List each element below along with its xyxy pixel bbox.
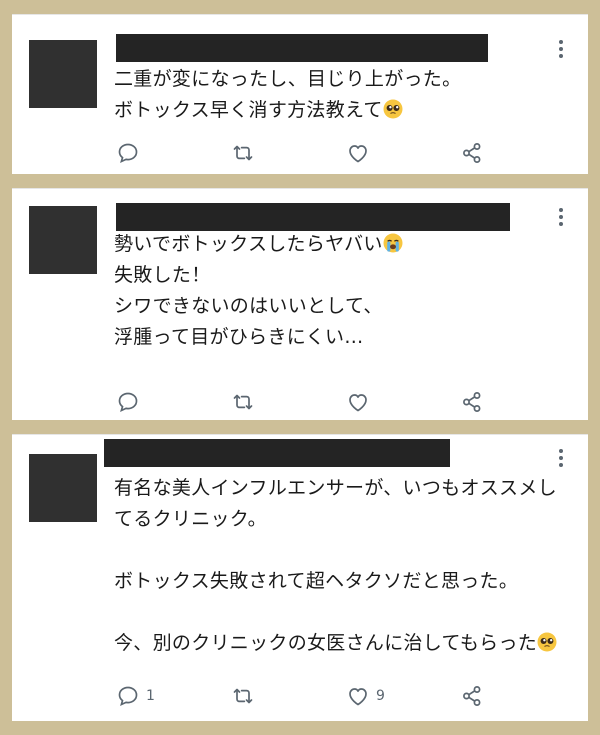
heart-icon [349,688,367,706]
like-count: 9 [376,688,385,704]
retweet-icon [233,688,253,704]
action-bar [12,390,588,414]
post-text-line: 有名な美人インフルエンサーが、いつもオススメしてるクリニック。 [114,477,557,530]
more-options-icon[interactable] [558,208,564,226]
share-icon [463,392,481,412]
avatar[interactable] [29,206,97,274]
retweet-icon [233,145,253,161]
pleading-face-emoji [383,99,403,119]
retweet-button[interactable] [231,684,255,708]
retweet-button[interactable] [231,141,255,165]
heart-icon [349,145,367,163]
username-redacted [104,439,450,467]
post-text-line: ボトックス失敗されて超ヘタクソだと思った。 [114,570,519,592]
post-card-2: 勢いでボトックスしたらヤバい 失敗した！ シワできないのはいいとして、 浮腫って… [12,188,588,420]
loudly-crying-face-emoji [383,233,403,253]
post-card-1: 二重が変になったし、目じり上がった。 ボトックス早く消す方法教えて [12,14,588,174]
action-bar: 1 9 [12,684,588,708]
post-text-line: 失敗した！ [114,264,211,286]
share-button[interactable] [460,141,484,165]
username-redacted [116,34,488,62]
username-redacted [116,203,510,231]
post-text-line: シワできないのはいいとして、 [114,295,383,317]
share-button[interactable] [460,390,484,414]
post-text: 有名な美人インフルエンサーが、いつもオススメしてるクリニック。 ボトックス失敗さ… [114,473,558,659]
like-button[interactable]: 9 [346,684,385,708]
share-button[interactable] [460,684,484,708]
avatar[interactable] [29,454,97,522]
post-text-line: 今、別のクリニックの女医さんに治してもらった [114,632,538,654]
retweet-button[interactable] [231,390,255,414]
more-options-icon[interactable] [558,449,564,467]
reply-icon [118,686,138,707]
reply-count: 1 [146,688,155,704]
reply-button[interactable] [116,390,146,414]
post-text-line: 勢いでボトックスしたらヤバい [114,233,383,255]
like-button[interactable] [346,141,376,165]
post-text-line: ボトックス早く消す方法教えて [114,99,383,121]
heart-icon [349,394,367,412]
action-bar [12,141,588,165]
reply-button[interactable]: 1 [116,684,155,708]
reply-icon [118,392,138,413]
like-button[interactable] [346,390,376,414]
post-card-3: 有名な美人インフルエンサーが、いつもオススメしてるクリニック。 ボトックス失敗さ… [12,434,588,721]
post-text-line: 浮腫って目がひらきにくい… [114,326,364,348]
post-text: 二重が変になったし、目じり上がった。 ボトックス早く消す方法教えて [114,64,558,126]
retweet-icon [233,394,253,410]
more-options-icon[interactable] [558,40,564,58]
share-icon [463,143,481,163]
reply-icon [118,143,138,164]
post-text-line: 二重が変になったし、目じり上がった。 [114,68,462,90]
reply-button[interactable] [116,141,146,165]
post-text: 勢いでボトックスしたらヤバい 失敗した！ シワできないのはいいとして、 浮腫って… [114,229,558,353]
pleading-face-emoji [537,632,557,652]
share-icon [463,686,481,706]
avatar[interactable] [29,40,97,108]
